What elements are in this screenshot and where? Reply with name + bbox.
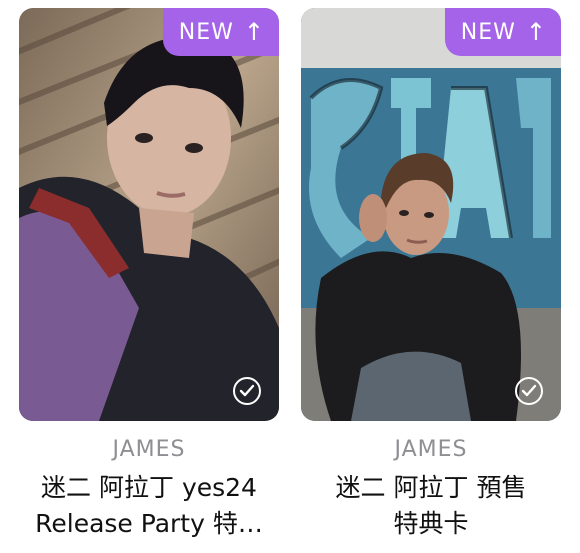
photocard-image[interactable]: NEW ↑ (19, 8, 279, 421)
new-badge: NEW ↑ (444, 8, 561, 56)
photocard-item[interactable]: NEW ↑ JAMES 迷二 阿拉丁 預售 特典卡 (301, 8, 561, 542)
arrow-up-icon: ↑ (243, 18, 265, 46)
artist-name: JAMES (394, 437, 468, 462)
photo-left-illustration (19, 8, 279, 421)
badge-label: NEW (178, 19, 234, 45)
card-title: 迷二 阿拉丁 yes24 Release Party 特… (35, 473, 263, 538)
artist-name: JAMES (112, 437, 186, 462)
new-badge: NEW ↑ (162, 8, 279, 56)
check-circle-icon[interactable] (515, 377, 543, 405)
card-title: 迷二 阿拉丁 預售 特典卡 (335, 473, 527, 538)
badge-label: NEW (460, 19, 516, 45)
arrow-up-icon: ↑ (525, 18, 547, 46)
photocard-grid: NEW ↑ JAMES 迷二 阿拉丁 yes24 Release Party 特… (0, 0, 580, 553)
check-circle-icon[interactable] (233, 377, 261, 405)
photo-right-illustration (301, 8, 561, 421)
photocard-item[interactable]: NEW ↑ JAMES 迷二 阿拉丁 yes24 Release Party 特… (19, 8, 279, 542)
photocard-image[interactable]: NEW ↑ (301, 8, 561, 421)
